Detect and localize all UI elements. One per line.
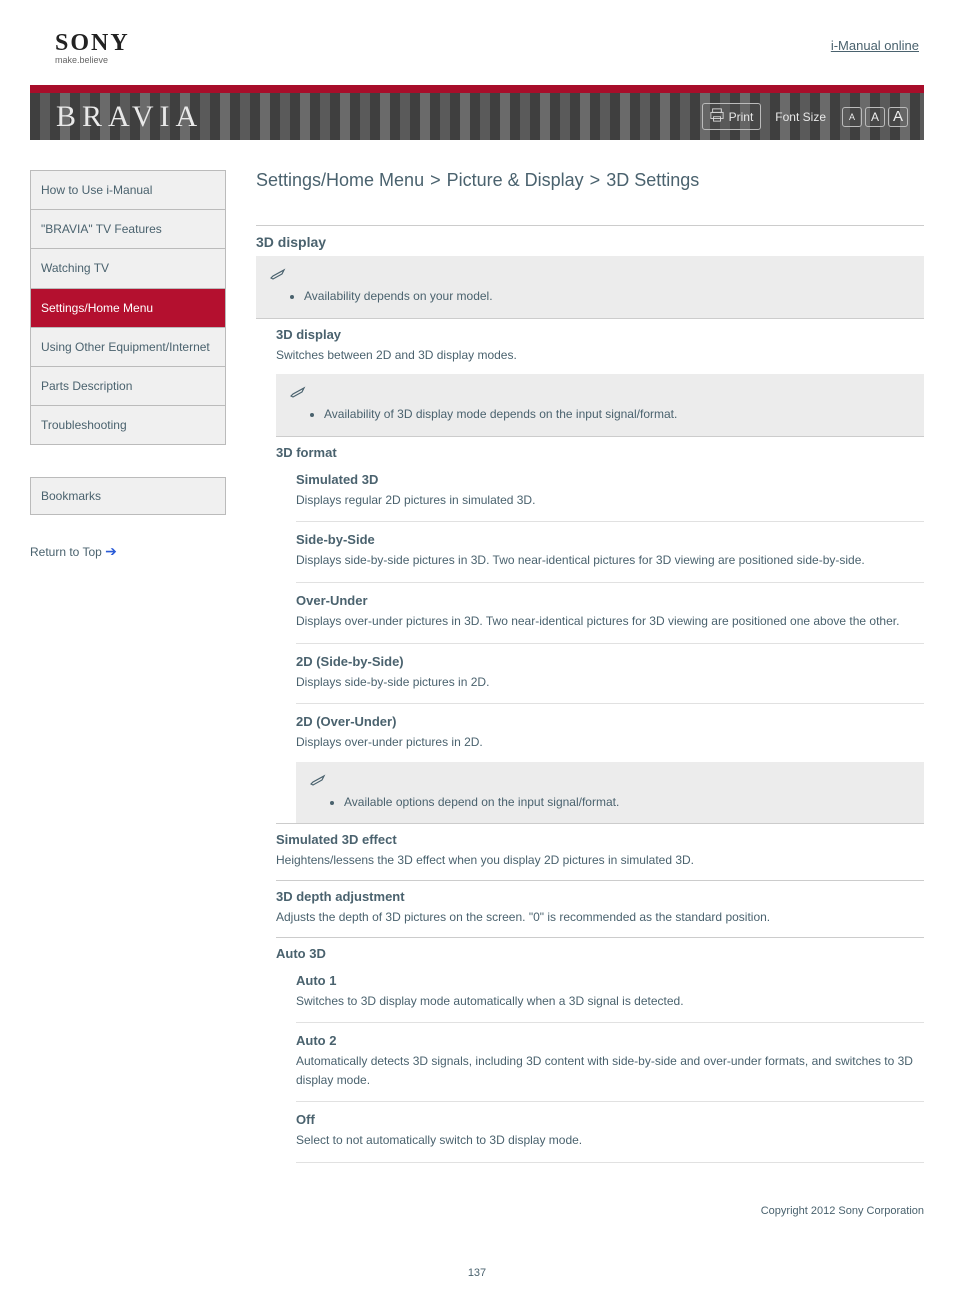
nav: How to Use i-Manual "BRAVIA" TV Features…	[30, 170, 226, 445]
opt-auto3d-title: Auto 3D	[276, 938, 924, 965]
fmt-sbs-title: Side-by-Side	[296, 524, 924, 551]
opt-sim3d-effect-title: Simulated 3D effect	[276, 824, 924, 851]
font-size-medium[interactable]: A	[865, 107, 885, 127]
crumb-1: Settings/Home Menu	[256, 170, 424, 190]
fmt-sim3d-desc: Displays regular 2D pictures in simulate…	[296, 491, 924, 520]
arrow-right-icon: ➔	[105, 543, 117, 559]
note-icon	[290, 386, 308, 401]
sony-logo: SONY make.believe	[55, 30, 145, 65]
note-text: Availability of 3D display mode depends …	[324, 405, 910, 424]
fmt-2dou-desc: Displays over-under pictures in 2D.	[296, 733, 924, 762]
print-label: Print	[729, 110, 754, 124]
crumb-3: 3D Settings	[606, 170, 699, 190]
banner: BRAVIA Print Font Size A A A	[30, 85, 924, 140]
imanual-link[interactable]: i-Manual online	[831, 38, 919, 53]
nav-item-troubleshooting[interactable]: Troubleshooting	[31, 406, 225, 444]
font-size-small[interactable]: A	[842, 107, 862, 127]
font-size-large[interactable]: A	[888, 107, 908, 127]
opt-3d-display-title: 3D display	[276, 319, 924, 346]
copyright: Copyright 2012 Sony Corporation	[0, 1205, 924, 1217]
note-icon	[270, 268, 288, 283]
fmt-2dou-title: 2D (Over-Under)	[296, 706, 924, 733]
bravia-logo: BRAVIA	[56, 100, 203, 134]
breadcrumb: Settings/Home Menu>Picture & Display>3D …	[256, 170, 924, 191]
nav-item-how-to-use[interactable]: How to Use i-Manual	[31, 171, 225, 210]
opt-depth-title: 3D depth adjustment	[276, 881, 924, 908]
print-button[interactable]: Print	[702, 103, 762, 130]
fmt-sim3d-title: Simulated 3D	[296, 464, 924, 491]
bookmarks-button[interactable]: Bookmarks	[30, 477, 226, 515]
nav-item-watching-tv[interactable]: Watching TV	[31, 249, 225, 288]
fmt-2dsbs-desc: Displays side-by-side pictures in 2D.	[296, 673, 924, 702]
print-icon	[710, 108, 724, 125]
return-to-top-label: Return to Top	[30, 545, 102, 559]
nav-item-parts-description[interactable]: Parts Description	[31, 367, 225, 406]
note-box: Availability depends on your model.	[256, 256, 924, 318]
note-text: Availability depends on your model.	[304, 287, 910, 306]
note-box: Availability of 3D display mode depends …	[276, 374, 924, 436]
auto3d-off-desc: Select to not automatically switch to 3D…	[296, 1131, 924, 1160]
note-icon	[310, 774, 328, 789]
auto3d-auto2-desc: Automatically detects 3D signals, includ…	[296, 1052, 924, 1099]
nav-item-settings-home[interactable]: Settings/Home Menu	[31, 289, 225, 328]
note-text: Available options depend on the input si…	[344, 793, 910, 812]
fmt-ou-title: Over-Under	[296, 585, 924, 612]
return-to-top[interactable]: Return to Top ➔	[30, 543, 226, 560]
auto3d-auto1-desc: Switches to 3D display mode automaticall…	[296, 992, 924, 1021]
logo-brand: SONY	[55, 30, 145, 57]
auto3d-off-title: Off	[296, 1104, 924, 1131]
auto3d-auto1-title: Auto 1	[296, 965, 924, 992]
opt-3d-display-desc: Switches between 2D and 3D display modes…	[276, 346, 924, 375]
nav-item-other-equipment[interactable]: Using Other Equipment/Internet	[31, 328, 225, 367]
opt-sim3d-effect-desc: Heightens/lessens the 3D effect when you…	[276, 851, 924, 880]
fmt-2dsbs-title: 2D (Side-by-Side)	[296, 646, 924, 673]
sidebar: How to Use i-Manual "BRAVIA" TV Features…	[30, 170, 226, 1165]
opt-depth-desc: Adjusts the depth of 3D pictures on the …	[276, 908, 924, 937]
section-title-3d-display: 3D display	[256, 226, 924, 256]
fmt-sbs-desc: Displays side-by-side pictures in 3D. Tw…	[296, 551, 924, 580]
font-size-label: Font Size	[775, 110, 826, 124]
auto3d-auto2-title: Auto 2	[296, 1025, 924, 1052]
logo-tagline: make.believe	[55, 55, 145, 65]
top-bar: SONY make.believe i-Manual online	[0, 0, 954, 85]
note-box: Available options depend on the input si…	[296, 762, 924, 824]
content: Settings/Home Menu>Picture & Display>3D …	[256, 170, 924, 1165]
nav-item-bravia-features[interactable]: "BRAVIA" TV Features	[31, 210, 225, 249]
crumb-2: Picture & Display	[447, 170, 584, 190]
opt-3d-format-title: 3D format	[276, 437, 924, 464]
page-number: 137	[0, 1267, 954, 1279]
fmt-ou-desc: Displays over-under pictures in 3D. Two …	[296, 612, 924, 641]
